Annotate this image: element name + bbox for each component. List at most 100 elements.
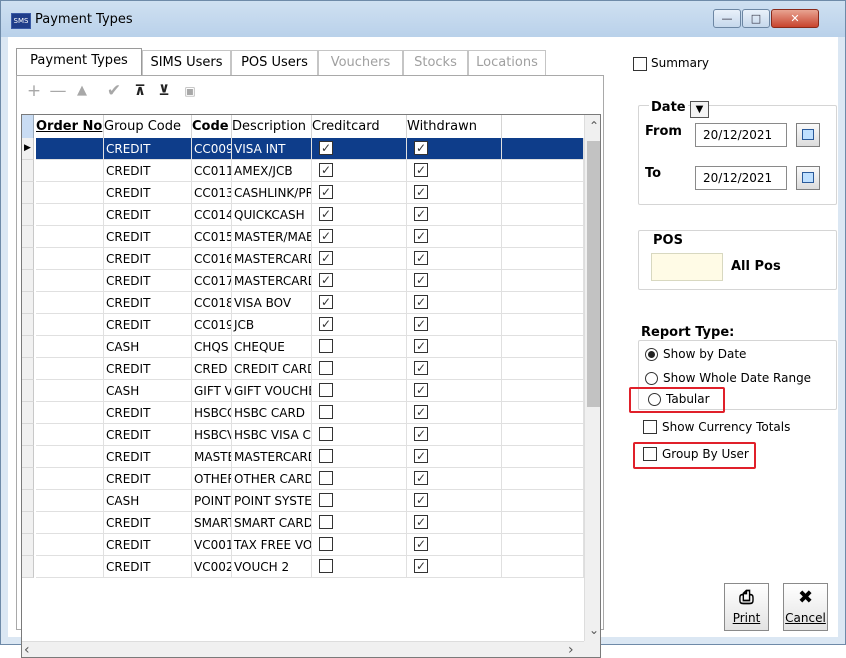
cell-group-code[interactable]: CREDIT	[104, 358, 192, 380]
cell-description[interactable]: TAX FREE VO	[232, 534, 312, 556]
refresh-icon[interactable]: ▣	[179, 80, 201, 102]
print-button[interactable]: ⎙ Print	[724, 583, 769, 631]
post-check-icon[interactable]: ✔	[103, 80, 125, 102]
table-cell[interactable]: ✓	[407, 512, 502, 534]
tab-sims-users[interactable]: SIMS Users	[142, 50, 231, 75]
first-record-icon[interactable]: ⊼	[129, 80, 151, 102]
close-button[interactable]: ✕	[771, 9, 819, 28]
table-cell[interactable]	[36, 380, 104, 402]
table-cell[interactable]: ✓	[407, 446, 502, 468]
table-cell[interactable]: ✓	[407, 160, 502, 182]
table-cell[interactable]	[312, 446, 407, 468]
maximize-button[interactable]: □	[742, 9, 770, 28]
cell-group-code[interactable]: CREDIT	[104, 402, 192, 424]
row-indicator[interactable]	[22, 248, 34, 270]
cell-description[interactable]: MASTERCARD	[232, 248, 312, 270]
cell-group-code[interactable]: CREDIT	[104, 556, 192, 578]
vertical-scrollbar[interactable]: ⌃ ⌄	[584, 115, 600, 641]
cell-group-code[interactable]: CREDIT	[104, 248, 192, 270]
cell-code[interactable]: CHQS	[192, 336, 232, 358]
creditcard-checkbox[interactable]: ✓	[319, 317, 333, 331]
table-cell[interactable]: ✓	[312, 314, 407, 336]
table-cell[interactable]: ✓	[407, 226, 502, 248]
column-header-creditcard[interactable]: Creditcard	[312, 115, 407, 138]
table-cell[interactable]	[502, 292, 584, 314]
tab-locations[interactable]: Locations	[468, 50, 546, 75]
cell-group-code[interactable]: CASH	[104, 380, 192, 402]
cell-description[interactable]: GIFT VOUCHER	[232, 380, 312, 402]
table-cell[interactable]	[502, 270, 584, 292]
scroll-right-icon[interactable]: ›	[568, 642, 574, 657]
cell-group-code[interactable]: CREDIT	[104, 226, 192, 248]
withdrawn-checkbox[interactable]: ✓	[414, 317, 428, 331]
table-cell[interactable]	[502, 424, 584, 446]
cell-code[interactable]: CC019	[192, 314, 232, 336]
row-indicator[interactable]	[22, 446, 34, 468]
row-indicator[interactable]	[22, 336, 34, 358]
row-indicator[interactable]	[22, 424, 34, 446]
row-indicator[interactable]	[22, 226, 34, 248]
creditcard-checkbox[interactable]	[319, 493, 333, 507]
table-cell[interactable]: ✓	[407, 490, 502, 512]
table-cell[interactable]	[502, 336, 584, 358]
table-row[interactable]: CREDIT CC016 MASTERCARD ✓ ✓	[22, 248, 584, 270]
creditcard-checkbox[interactable]	[319, 339, 333, 353]
tab-stocks[interactable]: Stocks	[403, 50, 468, 75]
from-date-field[interactable]: 20/12/2021	[695, 123, 787, 147]
cell-description[interactable]: QUICKCASH	[232, 204, 312, 226]
scroll-left-icon[interactable]: ‹	[24, 642, 30, 657]
withdrawn-checkbox[interactable]: ✓	[414, 515, 428, 529]
table-cell[interactable]	[312, 380, 407, 402]
table-cell[interactable]: ✓	[407, 402, 502, 424]
row-indicator[interactable]	[22, 380, 34, 402]
table-row[interactable]: CREDIT HSBCC HSBC CARD ✓	[22, 402, 584, 424]
cell-group-code[interactable]: CREDIT	[104, 292, 192, 314]
add-icon[interactable]: +	[23, 80, 45, 102]
summary-checkbox[interactable]	[633, 57, 647, 71]
move-up-icon[interactable]: ▲	[71, 80, 93, 102]
tab-pos-users[interactable]: POS Users	[231, 50, 318, 75]
withdrawn-checkbox[interactable]: ✓	[414, 163, 428, 177]
column-header-group-code[interactable]: Group Code	[104, 115, 192, 138]
row-indicator[interactable]	[22, 358, 34, 380]
table-cell[interactable]: ✓	[312, 204, 407, 226]
table-row[interactable]: CREDIT HSBCV HSBC VISA C ✓	[22, 424, 584, 446]
cell-description[interactable]: MASTERCARD	[232, 270, 312, 292]
row-indicator[interactable]	[22, 204, 34, 226]
tab-vouchers[interactable]: Vouchers	[318, 50, 403, 75]
withdrawn-checkbox[interactable]: ✓	[414, 427, 428, 441]
cell-group-code[interactable]: CREDIT	[104, 468, 192, 490]
cell-description[interactable]: CHEQUE	[232, 336, 312, 358]
row-indicator[interactable]	[22, 292, 34, 314]
minimize-button[interactable]: —	[713, 9, 741, 28]
row-indicator[interactable]	[22, 534, 34, 556]
cell-group-code[interactable]: CREDIT	[104, 270, 192, 292]
cell-description[interactable]: JCB	[232, 314, 312, 336]
table-row[interactable]: CREDIT CC015 MASTER/MAE ✓ ✓	[22, 226, 584, 248]
table-cell[interactable]	[502, 512, 584, 534]
table-row[interactable]: CREDIT VC002 VOUCH 2 ✓	[22, 556, 584, 578]
creditcard-checkbox[interactable]	[319, 559, 333, 573]
cell-code[interactable]: SMART	[192, 512, 232, 534]
withdrawn-checkbox[interactable]: ✓	[414, 273, 428, 287]
table-row[interactable]: CREDIT CC018 VISA BOV ✓ ✓	[22, 292, 584, 314]
cell-description[interactable]: POINT SYSTEM	[232, 490, 312, 512]
table-cell[interactable]	[502, 358, 584, 380]
cell-description[interactable]: AMEX/JCB	[232, 160, 312, 182]
row-indicator[interactable]	[22, 270, 34, 292]
table-cell[interactable]: ✓	[407, 424, 502, 446]
table-cell[interactable]	[502, 402, 584, 424]
table-cell[interactable]	[502, 490, 584, 512]
creditcard-checkbox[interactable]: ✓	[319, 185, 333, 199]
column-header-withdrawn[interactable]: Withdrawn	[407, 115, 502, 138]
table-cell[interactable]	[36, 512, 104, 534]
table-cell[interactable]	[36, 204, 104, 226]
withdrawn-checkbox[interactable]: ✓	[414, 141, 428, 155]
table-cell[interactable]: ✓	[407, 358, 502, 380]
withdrawn-checkbox[interactable]: ✓	[414, 229, 428, 243]
table-cell[interactable]	[36, 358, 104, 380]
table-row[interactable]: CASHPOINTPOINT SYSTEM ✓	[22, 490, 584, 512]
table-cell[interactable]	[312, 512, 407, 534]
withdrawn-checkbox[interactable]: ✓	[414, 185, 428, 199]
cell-code[interactable]: CC018	[192, 292, 232, 314]
